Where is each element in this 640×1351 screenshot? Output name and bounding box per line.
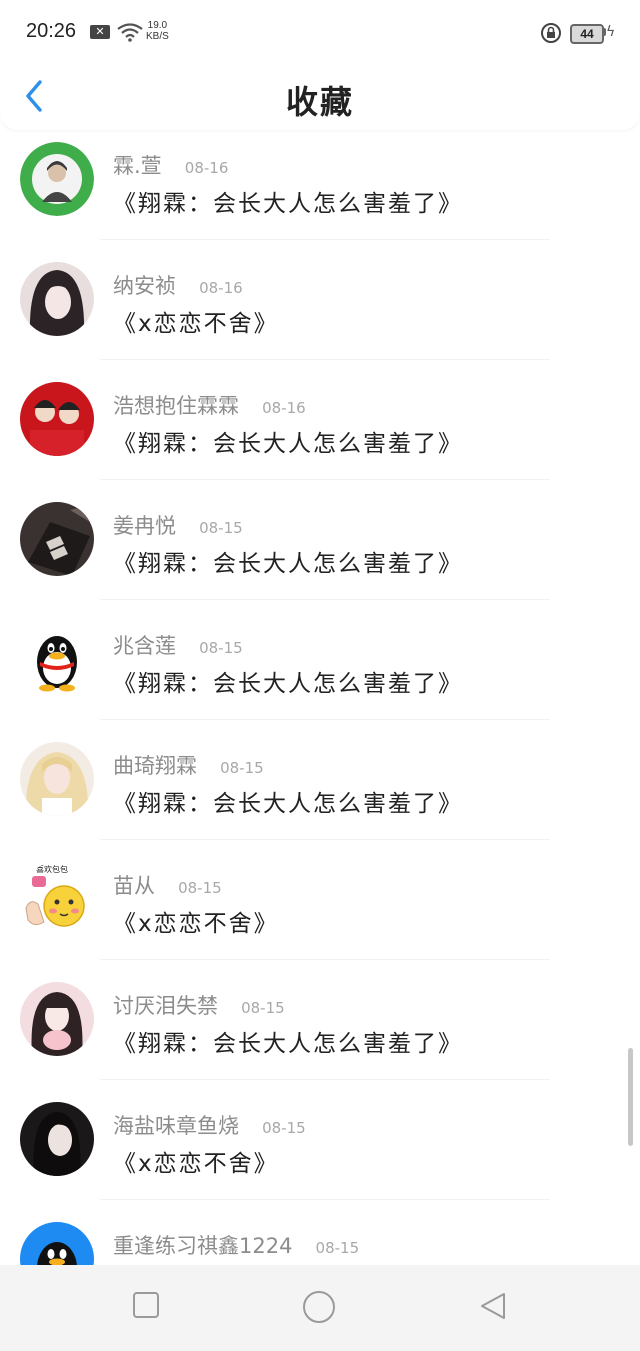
date: 08-15	[315, 1239, 360, 1257]
nickname: 浩想抱住霖霖	[113, 394, 239, 418]
qq-penguin-icon	[20, 1222, 94, 1265]
nickname: 兆含莲	[113, 634, 176, 658]
nickname: 姜冉悦	[113, 514, 176, 538]
battery-indicator: 44	[570, 24, 604, 44]
rotation-lock-icon	[541, 23, 561, 43]
nickname: 讨厌泪失禁	[113, 994, 218, 1018]
list-item[interactable]: 海盐味章鱼烧 08-15 《x恋恋不舍》	[0, 1080, 640, 1200]
page-title: 收藏	[285, 83, 354, 121]
avatar[interactable]	[20, 382, 94, 456]
date: 08-15	[262, 1119, 306, 1137]
date: 08-15	[178, 879, 222, 897]
name-line: 姜冉悦 08-15	[113, 510, 243, 540]
message: 《x恋恋不舍》	[113, 311, 279, 337]
nickname: 纳安祯	[113, 274, 176, 298]
list-item[interactable]: 喜欢包包 苗从 08-15 《x恋恋不舍》	[0, 840, 640, 960]
notification-x-icon: ✕	[90, 25, 110, 39]
charging-icon: ϟ	[606, 24, 616, 40]
name-line: 霖.萱 08-16	[113, 150, 228, 180]
list-item[interactable]: 曲琦翔霖 08-15 《翔霖：会长大人怎么害羞了》	[0, 720, 640, 840]
list-item[interactable]: 浩想抱住霖霖 08-16 《翔霖：会长大人怎么害羞了》	[0, 360, 640, 480]
avatar[interactable]	[20, 502, 94, 576]
message: 《翔霖：会长大人怎么害羞了》	[113, 1031, 463, 1057]
header-bar: 收藏	[0, 64, 640, 130]
name-line: 曲琦翔霖 08-15	[113, 750, 264, 780]
date: 08-15	[199, 519, 243, 537]
back-triangle-icon[interactable]	[478, 1291, 508, 1321]
name-line: 海盐味章鱼烧 08-15	[113, 1110, 306, 1140]
message: 《翔霖：会长大人怎么害羞了》	[113, 191, 463, 217]
net-speed-value: 19.0	[147, 20, 168, 31]
scrollbar-thumb[interactable]	[628, 1048, 633, 1146]
list-item[interactable]: 讨厌泪失禁 08-15 《翔霖：会长大人怎么害羞了》	[0, 960, 640, 1080]
nickname: 曲琦翔霖	[113, 754, 197, 778]
status-time: 20:26	[26, 20, 77, 42]
name-line: 浩想抱住霖霖 08-16	[113, 390, 306, 420]
nickname: 海盐味章鱼烧	[113, 1114, 239, 1138]
list-item[interactable]: 姜冉悦 08-15 《翔霖：会长大人怎么害羞了》	[0, 480, 640, 600]
recent-apps-icon[interactable]	[132, 1291, 160, 1319]
name-line: 纳安祯 08-16	[113, 270, 243, 300]
date: 08-16	[262, 399, 306, 417]
date: 08-15	[220, 759, 264, 777]
message: 《x恋恋不舍》	[113, 1151, 279, 1177]
favorites-list[interactable]: 霖.萱 08-16 《翔霖：会长大人怎么害羞了》 纳安祯 08-16 《x恋恋不…	[0, 130, 640, 1265]
date: 08-15	[199, 639, 243, 657]
qq-penguin-icon	[20, 622, 94, 696]
avatar-caption: 喜欢包包	[36, 865, 68, 874]
net-speed: 19.0 KB/S	[146, 20, 169, 42]
list-item[interactable]: 重逢练习祺鑫1224 08-15	[0, 1200, 640, 1265]
avatar[interactable]	[20, 142, 94, 216]
list-item[interactable]: 纳安祯 08-16 《x恋恋不舍》	[0, 240, 640, 360]
wifi-icon	[117, 23, 143, 42]
name-line: 讨厌泪失禁 08-15	[113, 990, 285, 1020]
list-item[interactable]: 兆含莲 08-15 《翔霖：会长大人怎么害羞了》	[0, 600, 640, 720]
date: 08-16	[199, 279, 243, 297]
avatar[interactable]	[20, 982, 94, 1056]
status-bar: 20:26 ✕ 19.0 KB/S 44 ϟ	[0, 0, 640, 64]
avatar[interactable]	[20, 1222, 94, 1265]
date: 08-15	[241, 999, 285, 1017]
date: 08-16	[184, 159, 229, 177]
home-icon[interactable]	[302, 1290, 336, 1324]
system-nav-bar	[0, 1265, 640, 1351]
message: 《翔霖：会长大人怎么害羞了》	[113, 551, 463, 577]
message: 《翔霖：会长大人怎么害羞了》	[113, 791, 463, 817]
message: 《翔霖：会长大人怎么害羞了》	[113, 431, 463, 457]
avatar[interactable]	[20, 262, 94, 336]
name-line: 重逢练习祺鑫1224 08-15	[113, 1230, 359, 1260]
name-line: 兆含莲 08-15	[113, 630, 243, 660]
nickname: 霖.萱	[113, 154, 162, 178]
avatar[interactable]	[20, 742, 94, 816]
avatar[interactable]: 喜欢包包	[20, 862, 94, 936]
name-line: 苗从 08-15	[113, 870, 222, 900]
nickname: 重逢练习祺鑫1224	[113, 1234, 293, 1258]
list-item[interactable]: 霖.萱 08-16 《翔霖：会长大人怎么害羞了》	[0, 130, 640, 240]
message: 《翔霖：会长大人怎么害羞了》	[113, 671, 463, 697]
avatar[interactable]	[20, 622, 94, 696]
avatar[interactable]	[20, 1102, 94, 1176]
nickname: 苗从	[113, 874, 155, 898]
message: 《x恋恋不舍》	[113, 911, 279, 937]
net-speed-unit: KB/S	[146, 31, 169, 42]
